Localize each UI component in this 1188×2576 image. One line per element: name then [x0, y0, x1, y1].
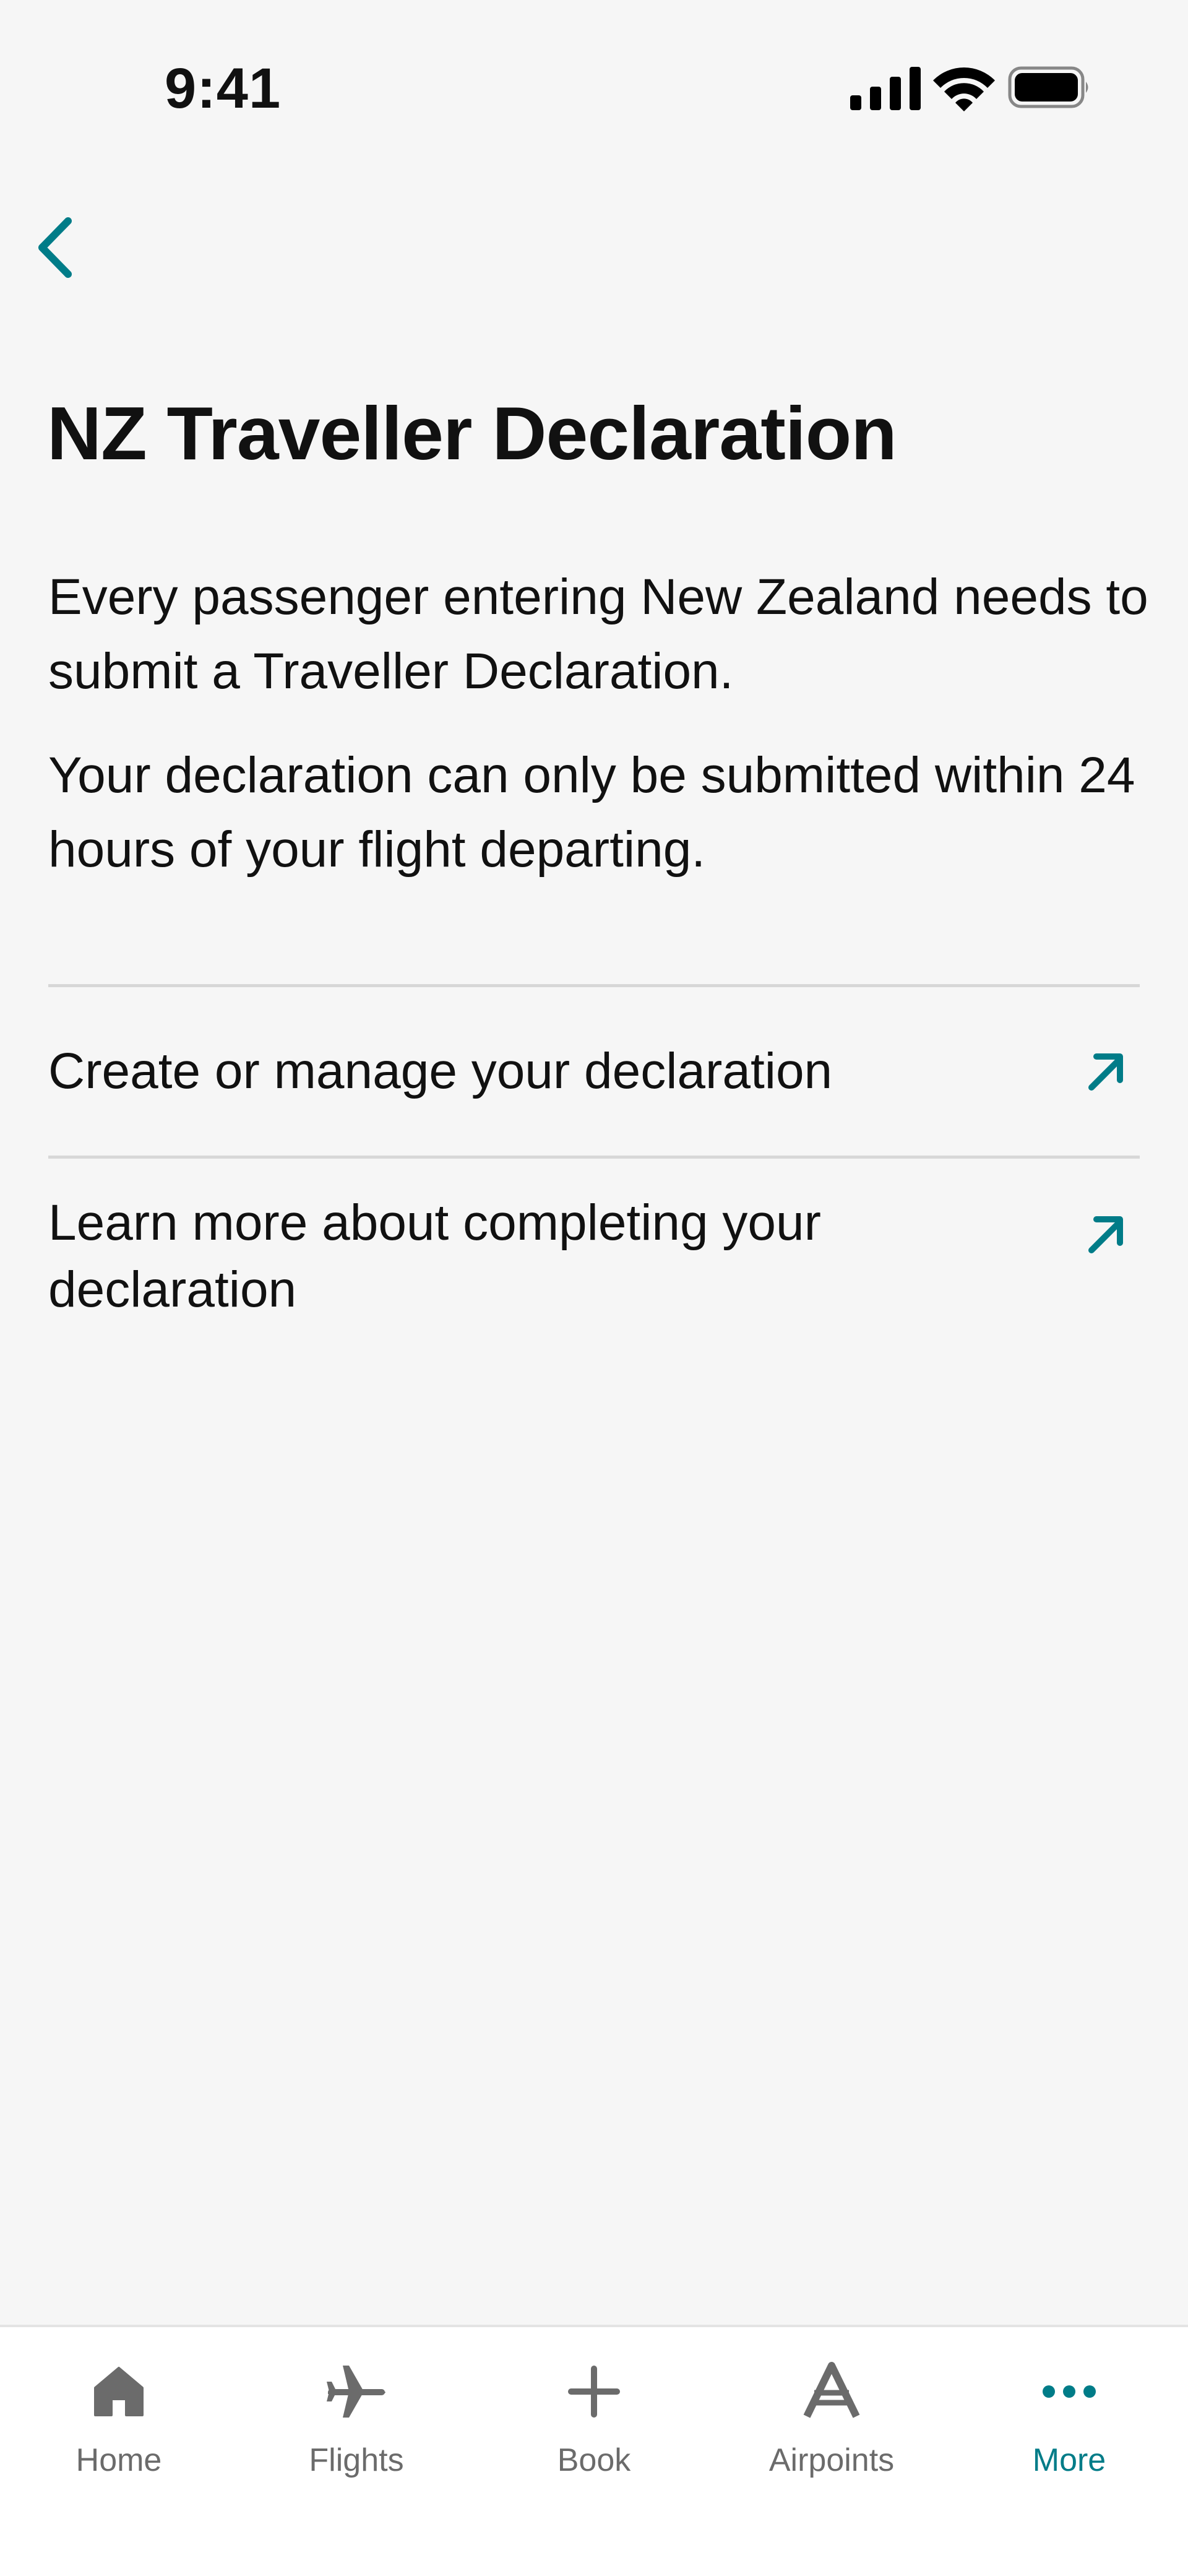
cellular-signal-icon — [850, 67, 921, 110]
external-link-arrow-icon — [1088, 1053, 1123, 1091]
status-icons — [850, 66, 1088, 111]
status-time: 9:41 — [165, 57, 282, 120]
airpoints-icon — [803, 2362, 860, 2418]
tab-label: More — [1032, 2442, 1106, 2478]
link-label: Learn more about completing your declara… — [48, 1195, 821, 1318]
link-label: Create or manage your declaration — [48, 1043, 833, 1099]
back-button[interactable] — [12, 204, 99, 291]
tab-label: Book — [557, 2442, 631, 2478]
tab-more[interactable]: More — [950, 2327, 1188, 2494]
tab-bar: Home Flights Book Airpoints More — [0, 2325, 1188, 2576]
plane-icon — [327, 2366, 385, 2418]
intro-paragraph: Your declaration can only be submitted w… — [48, 747, 1135, 878]
more-dots-icon — [1043, 2385, 1096, 2398]
intro-paragraph: Every passenger entering New Zealand nee… — [48, 569, 1148, 699]
status-bar: 9:41 — [0, 0, 1188, 167]
external-link-arrow-icon — [1088, 1216, 1123, 1253]
page-title: NZ Traveller Declaration — [47, 391, 897, 475]
tab-home[interactable]: Home — [0, 2327, 238, 2494]
links-list: Create or manage your declaration Learn … — [48, 984, 1140, 1344]
create-manage-declaration-link[interactable]: Create or manage your declaration — [48, 987, 1140, 1156]
chevron-left-icon — [38, 217, 72, 278]
tab-label: Airpoints — [768, 2442, 895, 2478]
learn-more-declaration-link[interactable]: Learn more about completing your declara… — [48, 1159, 1140, 1344]
tab-airpoints[interactable]: Airpoints — [713, 2327, 950, 2494]
home-icon — [94, 2367, 144, 2416]
battery-icon — [1008, 66, 1088, 108]
tab-label: Home — [75, 2442, 162, 2478]
intro-text: Every passenger entering New Zealand nee… — [48, 560, 1150, 887]
plus-icon — [568, 2366, 620, 2418]
tab-label: Flights — [309, 2442, 404, 2478]
tab-book[interactable]: Book — [475, 2327, 713, 2494]
wifi-icon — [933, 67, 995, 111]
tab-flights[interactable]: Flights — [238, 2327, 475, 2494]
